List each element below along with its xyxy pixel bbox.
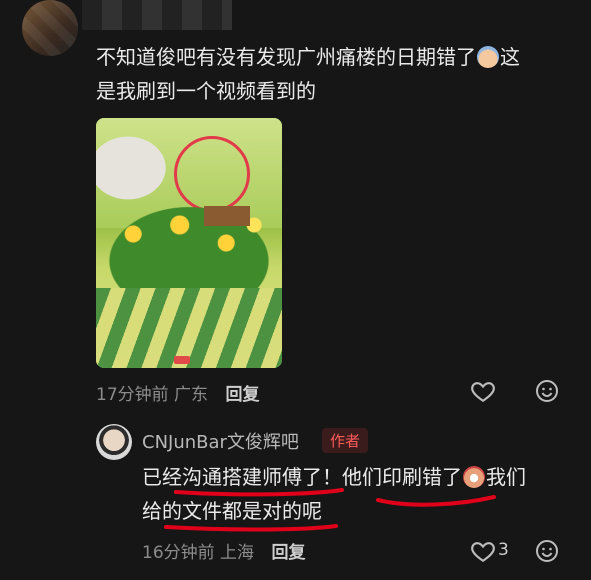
video-planter xyxy=(204,206,250,226)
reply-button-2[interactable]: 回复 xyxy=(271,543,305,563)
comment-meta: 17分钟前 广东 回复 xyxy=(96,380,259,405)
heart-icon-2[interactable] xyxy=(470,538,496,564)
comment-time: 17分钟前 xyxy=(96,385,169,405)
reply-time: 16分钟前 xyxy=(142,543,215,563)
comment-line1-tail: 这 xyxy=(500,45,520,69)
author-avatar[interactable] xyxy=(96,424,132,460)
heart-icon[interactable] xyxy=(470,378,496,404)
reply-text: 已经沟通搭建师傅了！他们印刷错了 我们 给的文件都是对的呢 xyxy=(142,460,562,528)
author-badge: 作者 xyxy=(322,428,369,453)
video-person xyxy=(96,128,176,208)
shocked-emoji-icon xyxy=(463,466,485,488)
comment-location: 广东 xyxy=(174,385,209,405)
emoji-smile-icon[interactable] xyxy=(535,379,559,403)
video-thumbnail[interactable] xyxy=(96,118,282,368)
emoji-smile-icon-2[interactable] xyxy=(535,539,559,563)
comment-line2: 是我刷到一个视频看到的 xyxy=(96,79,316,103)
comment-line1: 不知道俊吧有没有发现广州痛楼的日期错了 xyxy=(96,45,476,69)
reply-location: 上海 xyxy=(220,543,255,563)
reply-line1: 已经沟通搭建师傅了！他们印刷错了 xyxy=(142,465,462,489)
reply-line2: 给的文件都是对的呢 xyxy=(142,499,322,523)
video-tag xyxy=(174,356,190,364)
sweat-smile-emoji-icon xyxy=(477,46,499,68)
like-count: 3 xyxy=(498,540,509,560)
reply-line1-tail: 我们 xyxy=(486,465,526,489)
commenter-avatar[interactable] xyxy=(22,0,78,56)
reply-meta: 16分钟前 上海 回复 xyxy=(142,538,305,563)
author-name[interactable]: CNJunBar文俊辉吧 xyxy=(142,428,299,454)
video-flowers xyxy=(96,198,282,288)
reply-button[interactable]: 回复 xyxy=(225,385,259,405)
commenter-name-blurred xyxy=(82,0,232,30)
comment-text: 不知道俊吧有没有发现广州痛楼的日期错了这 是我刷到一个视频看到的 xyxy=(96,40,566,108)
